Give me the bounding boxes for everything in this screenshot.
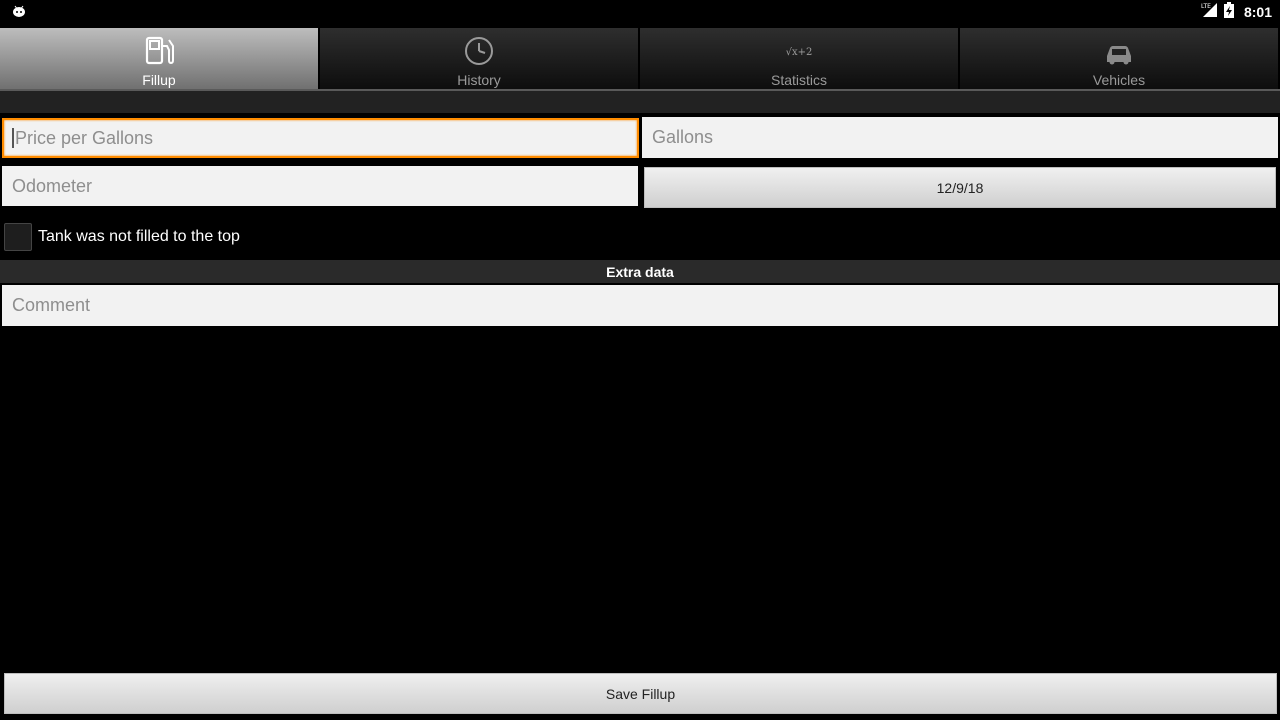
formula-icon: √x+2 (785, 47, 813, 58)
tab-vehicles-label: Vehicles (1092, 72, 1146, 88)
save-fillup-label: Save Fillup (605, 685, 676, 702)
date-value: 12/9/18 (936, 179, 984, 196)
price-per-gallon-input[interactable]: Price per Gallons (2, 118, 639, 158)
partial-fill-checkbox[interactable] (4, 223, 32, 251)
comment-input[interactable]: Comment (2, 285, 1278, 326)
odometer-input[interactable]: Odometer (2, 166, 638, 206)
tab-history[interactable]: History (320, 28, 640, 90)
tab-fillup-label: Fillup (142, 72, 176, 88)
android-notification-icon (12, 4, 26, 18)
car-icon (1103, 32, 1135, 66)
tab-bar: Fillup History √x+2 Statistics Vehicles (0, 28, 1280, 90)
gallons-placeholder: Gallons (652, 127, 714, 147)
save-fillup-button[interactable]: Save Fillup (4, 673, 1277, 714)
status-time: 8:01 (1243, 4, 1272, 20)
extra-data-title: Extra data (606, 263, 674, 280)
partial-fill-label[interactable]: Tank was not filled to the top (38, 228, 240, 246)
text-cursor (12, 128, 14, 148)
tab-statistics[interactable]: √x+2 Statistics (640, 28, 960, 90)
price-per-gallon-placeholder: Price per Gallons (15, 127, 154, 148)
gallons-input[interactable]: Gallons (642, 117, 1278, 158)
extra-data-header: Extra data (0, 260, 1280, 283)
status-bar: LTE 8:01 (0, 0, 1280, 24)
date-picker-button[interactable]: 12/9/18 (644, 167, 1276, 208)
tab-history-label: History (457, 72, 501, 88)
fuel-pump-icon (143, 32, 175, 66)
partial-fill-row: Tank was not filled to the top (4, 222, 240, 252)
tab-vehicles[interactable]: Vehicles (960, 28, 1280, 90)
tab-statistics-label: Statistics (770, 72, 827, 88)
battery-icon (1223, 1, 1234, 23)
clock-icon (464, 32, 494, 66)
divider-band (0, 91, 1280, 113)
tab-fillup[interactable]: Fillup (0, 28, 320, 90)
network-type-label: LTE (1201, 3, 1211, 10)
comment-placeholder: Comment (12, 295, 91, 315)
signal-icon: LTE (1200, 2, 1218, 23)
odometer-placeholder: Odometer (12, 175, 93, 196)
